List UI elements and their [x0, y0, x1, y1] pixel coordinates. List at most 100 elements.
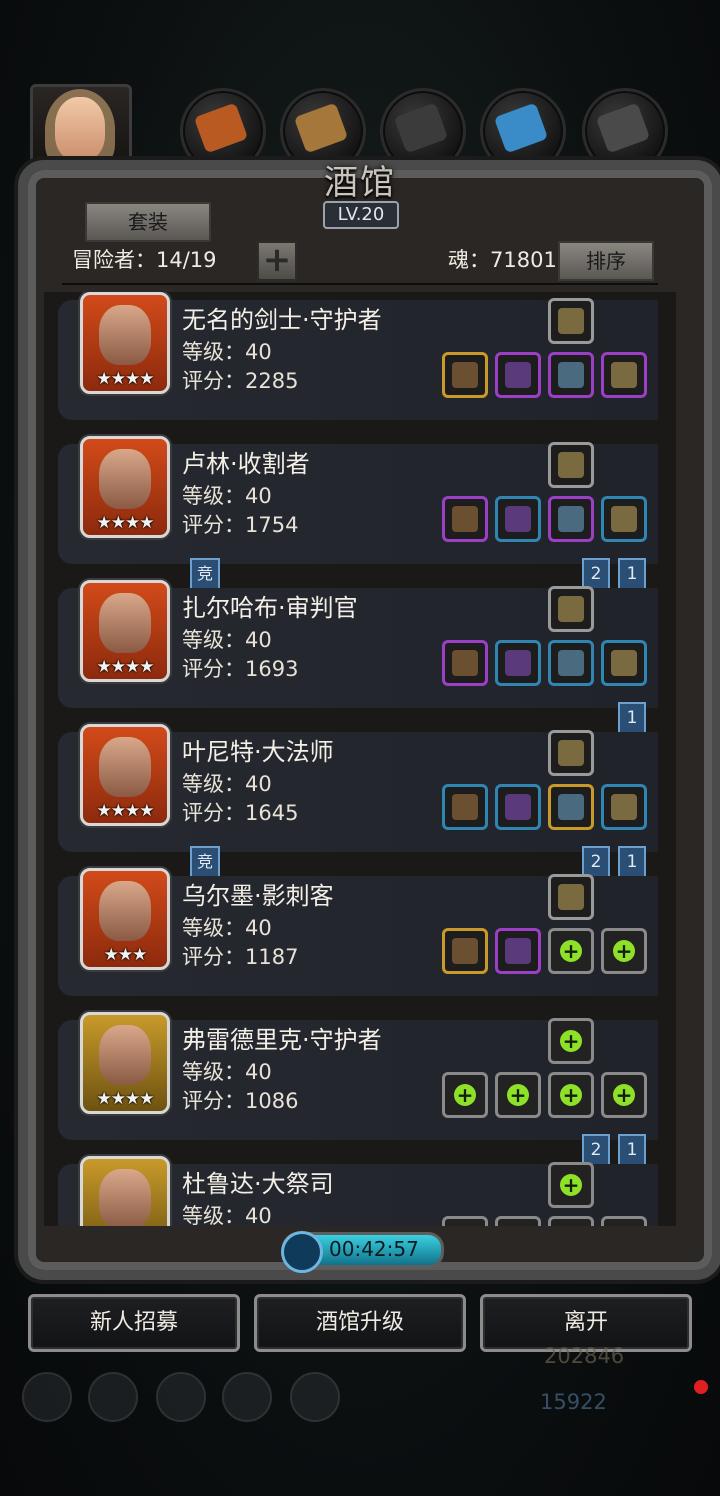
equipment-icon: [558, 884, 584, 910]
equip-slot[interactable]: [548, 586, 594, 632]
equip-slot[interactable]: [442, 640, 488, 686]
equipment-icon: [505, 794, 531, 820]
hero-score: 评分：1693: [182, 657, 299, 681]
equipment-icon: [611, 506, 637, 532]
equip-slot[interactable]: [495, 784, 541, 830]
hero-name: 乌尔墨·影刺客: [182, 882, 334, 910]
hero-portrait[interactable]: ★★★★: [80, 436, 170, 538]
equipment-icon: [505, 938, 531, 964]
hero-portrait[interactable]: ★★★★: [80, 292, 170, 394]
hero-card[interactable]: ★★★★ 弗雷德里克·守护者 等级：40 评分：1086 + + + + +: [58, 1012, 658, 1140]
settings-icon[interactable]: [22, 1372, 72, 1422]
equipment-icon: [558, 740, 584, 766]
equip-slot[interactable]: [601, 640, 647, 686]
equip-slot[interactable]: [548, 352, 594, 398]
equip-slot[interactable]: [495, 352, 541, 398]
hero-face: [99, 1025, 151, 1085]
empty-equip-slot[interactable]: +: [601, 928, 647, 974]
wood-plank-icon: [293, 102, 349, 154]
equip-slot[interactable]: [548, 640, 594, 686]
star-icon[interactable]: [88, 1372, 138, 1422]
equipment-icon: [452, 794, 478, 820]
empty-equip-slot[interactable]: +: [495, 1072, 541, 1118]
hero-portrait[interactable]: ★★★: [80, 868, 170, 970]
equipment-icon: [558, 452, 584, 478]
hero-face: [99, 1169, 151, 1226]
hero-level: 等级：40: [182, 772, 272, 796]
equip-slot[interactable]: [601, 784, 647, 830]
empty-equip-slot[interactable]: +: [601, 1072, 647, 1118]
mail-icon[interactable]: [222, 1372, 272, 1422]
hero-face: [99, 593, 151, 653]
sort-button[interactable]: 排序: [558, 241, 654, 281]
equip-slot[interactable]: [442, 352, 488, 398]
hero-level: 等级：40: [182, 484, 272, 508]
hero-name: 扎尔哈布·审判官: [182, 594, 358, 622]
equip-slot[interactable]: [548, 298, 594, 344]
hero-portrait[interactable]: ★★★★: [80, 724, 170, 826]
empty-equip-slot[interactable]: +: [548, 1216, 594, 1226]
hero-card[interactable]: ★★★★ 无名的剑士·守护者等级：40 评分：2285: [58, 292, 658, 420]
hero-level: 等级：40: [182, 628, 272, 652]
equip-slot[interactable]: [495, 640, 541, 686]
recruit-button[interactable]: 新人招募: [28, 1294, 240, 1352]
hero-name: 卢林·收割者: [182, 450, 310, 478]
hero-card[interactable]: ★★★★ 叶尼特·大法师 等级：40 评分：1645: [58, 724, 658, 852]
hero-list[interactable]: ★★★★ 无名的剑士·守护者 等级：40 评分：2285 ★★★★ 卢林·收割者 等级：40…: [44, 292, 676, 1226]
hero-score: 评分：2285: [182, 369, 299, 393]
hero-portrait-icon: [55, 97, 105, 161]
empty-equip-slot[interactable]: +: [442, 1216, 488, 1226]
equipment-icon: [452, 938, 478, 964]
equip-slot[interactable]: [601, 496, 647, 542]
grey-ore-icon: [595, 102, 651, 154]
scroll-icon[interactable]: [156, 1372, 206, 1422]
empty-equip-slot[interactable]: +: [548, 928, 594, 974]
equip-slot[interactable]: [442, 928, 488, 974]
hero-card[interactable]: ★★★★ 扎尔哈布·审判官等级：40 评分：1693: [58, 580, 658, 708]
hero-stars: ★★★★: [96, 1089, 155, 1109]
hero-portrait[interactable]: [80, 1156, 170, 1226]
hero-card[interactable]: 杜鲁达·大祭司等级：40 + + + + +: [58, 1156, 658, 1226]
hero-card[interactable]: ★★★★ 卢林·收割者 等级：40 评分：1754: [58, 436, 658, 564]
empty-equip-slot[interactable]: +: [548, 1162, 594, 1208]
equip-slot[interactable]: [495, 928, 541, 974]
equipment-icon: [452, 362, 478, 388]
equip-slot[interactable]: [442, 784, 488, 830]
equip-slot[interactable]: [442, 496, 488, 542]
equip-slot[interactable]: [495, 496, 541, 542]
hero-stars: ★★★★: [96, 801, 155, 821]
equip-slot[interactable]: [548, 730, 594, 776]
upgrade-tavern-button[interactable]: 酒馆升级: [254, 1294, 466, 1352]
hero-portrait[interactable]: ★★★★: [80, 1012, 170, 1114]
empty-equip-slot[interactable]: +: [548, 1072, 594, 1118]
hero-face: [99, 881, 151, 941]
equip-slot[interactable]: [548, 874, 594, 920]
divider: [62, 283, 658, 285]
equip-slot[interactable]: [548, 442, 594, 488]
gem-amount: 15922: [540, 1390, 607, 1414]
hero-score: 评分：1645: [182, 801, 299, 825]
empty-equip-slot[interactable]: +: [442, 1072, 488, 1118]
empty-equip-slot[interactable]: +: [495, 1216, 541, 1226]
empty-equip-slot[interactable]: +: [548, 1018, 594, 1064]
suit-button[interactable]: 套装: [85, 202, 211, 242]
equip-slot[interactable]: [548, 496, 594, 542]
hero-card[interactable]: ★★★ 乌尔墨·影刺客 等级：40 评分：1187 + +: [58, 868, 658, 996]
equip-slot[interactable]: [601, 352, 647, 398]
adventurer-count: 冒险者：14/19: [72, 248, 217, 272]
empty-equip-slot[interactable]: +: [601, 1216, 647, 1226]
add-equip-icon: +: [613, 1084, 635, 1106]
blue-crystal-icon: [493, 102, 549, 154]
hero-score: 评分：1086: [182, 1089, 299, 1113]
hero-level: 等级：40: [182, 1204, 272, 1226]
hero-level: 等级：40: [182, 340, 272, 364]
hero-name: 无名的剑士·守护者: [182, 306, 382, 334]
add-equip-icon: +: [560, 940, 582, 962]
add-slot-button[interactable]: +: [257, 241, 297, 281]
hero-score: 评分：1187: [182, 945, 299, 969]
add-equip-icon: +: [454, 1084, 476, 1106]
equipment-icon: [505, 506, 531, 532]
equip-slot[interactable]: [548, 784, 594, 830]
hero-portrait[interactable]: ★★★★: [80, 580, 170, 682]
shield-icon[interactable]: [290, 1372, 340, 1422]
